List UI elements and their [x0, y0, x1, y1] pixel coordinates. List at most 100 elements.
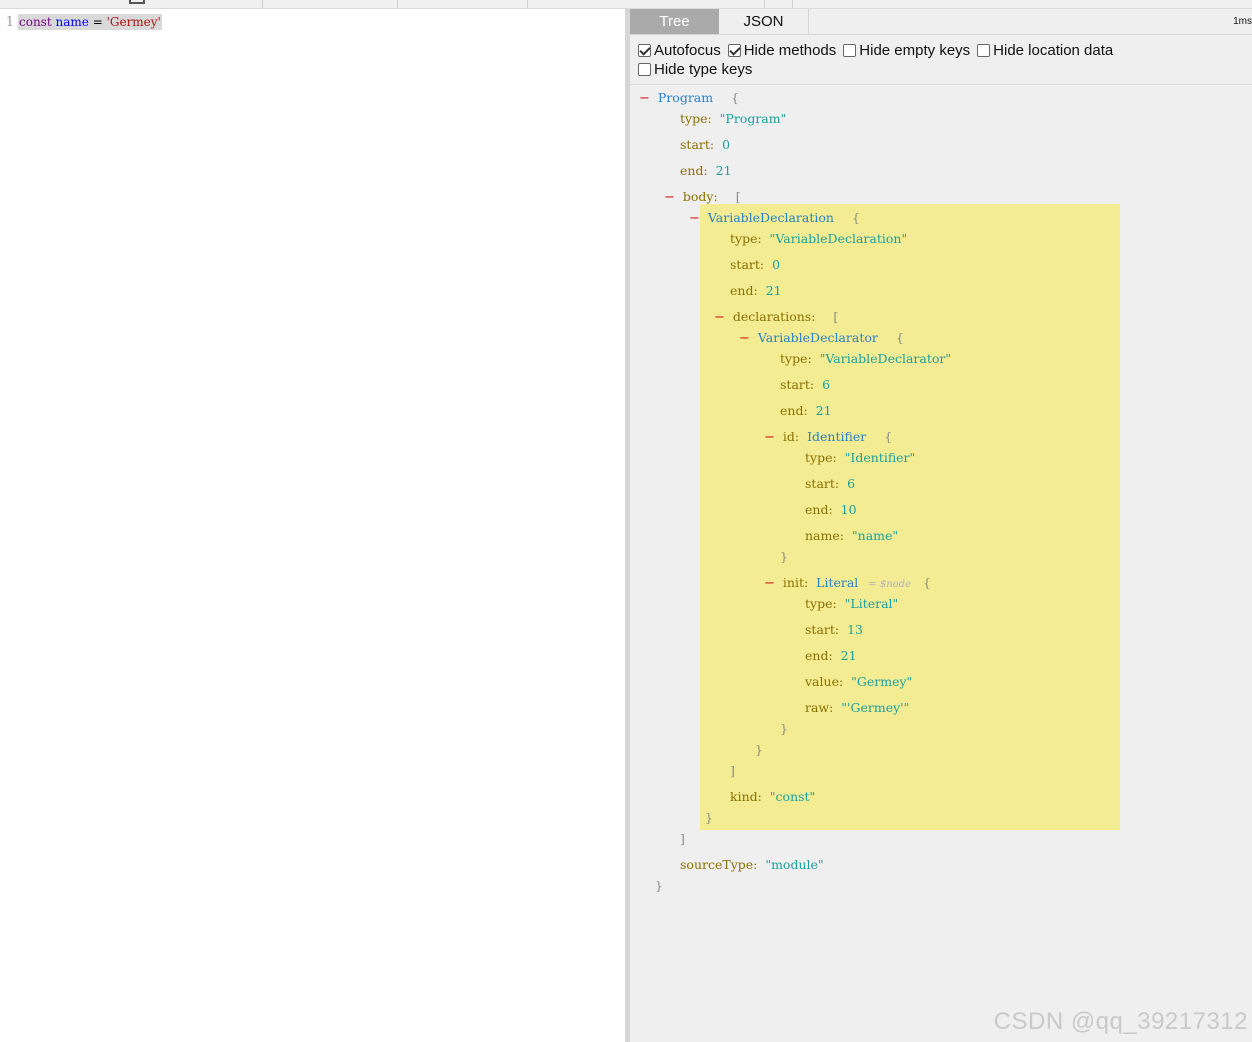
code-line[interactable]: 1 const name = 'Germey' — [0, 13, 162, 31]
tree-property: start: 0 — [730, 257, 780, 273]
open-bracket: [ — [833, 309, 839, 324]
property-key: body: — [682, 189, 718, 204]
node-name[interactable]: VariableDeclaration — [708, 210, 834, 225]
property-key: end: — [805, 648, 833, 663]
tree-property: type: "Literal" — [805, 596, 898, 612]
property-key: end: — [805, 502, 833, 517]
toolbar-separator — [397, 0, 398, 8]
tree-node-variable-declaration[interactable]: − VariableDeclaration { — [689, 210, 860, 227]
property-key: type: — [680, 111, 712, 126]
tree-property: value: "Germey" — [805, 674, 912, 690]
property-key: start: — [680, 137, 715, 152]
watermark: CSDN @qq_39217312 — [993, 1008, 1248, 1035]
tree-property: type: "VariableDeclarator" — [780, 351, 951, 367]
toolbar-separator — [792, 0, 793, 8]
property-key: init: — [782, 575, 809, 590]
close-brace-symbol: } — [780, 549, 788, 564]
tree-node-identifier[interactable]: − id: Identifier { — [764, 429, 892, 446]
property-key: start: — [805, 476, 840, 491]
tree-property: start: 13 — [805, 622, 863, 638]
node-name[interactable]: Program — [658, 90, 713, 105]
property-key: type: — [780, 351, 812, 366]
open-brace: { — [884, 429, 893, 444]
toolbar-separator — [764, 0, 765, 8]
tree-node-body[interactable]: − body: [ — [664, 189, 741, 206]
tree-property: kind: "const" — [730, 789, 815, 805]
property-value: 10 — [840, 502, 857, 517]
property-key: start: — [730, 257, 765, 272]
tree-node-declarations[interactable]: − declarations: [ — [714, 309, 838, 326]
property-key: sourceType: — [680, 857, 758, 872]
toolbar-separator — [527, 0, 528, 8]
property-value: "Program" — [719, 111, 787, 126]
open-brace: { — [895, 330, 904, 345]
node-name[interactable]: Identifier — [807, 429, 866, 444]
property-key: end: — [680, 163, 708, 178]
collapse-icon[interactable]: − — [714, 310, 725, 325]
tree-node-variable-declarator[interactable]: − VariableDeclarator { — [739, 330, 904, 347]
tree-node-literal[interactable]: − init: Literal = $node { — [764, 575, 931, 593]
node-name[interactable]: Literal — [816, 575, 858, 590]
open-brace: { — [923, 575, 931, 590]
tree-node-program[interactable]: − Program { — [639, 90, 739, 107]
tree-property: sourceType: "module" — [680, 857, 824, 873]
property-value: 21 — [765, 283, 782, 298]
tree-property: type: "Identifier" — [805, 450, 915, 466]
close-brace: } — [780, 721, 788, 737]
top-toolbar — [0, 0, 1252, 9]
tree-property: type: "Program" — [680, 111, 786, 127]
property-value: 6 — [847, 476, 856, 491]
code-operator: = — [92, 15, 103, 29]
collapse-icon[interactable]: − — [764, 430, 775, 445]
property-key: kind: — [730, 789, 762, 804]
open-brace: { — [731, 90, 740, 105]
tree-property: end: 21 — [680, 163, 732, 179]
toolbar-icon[interactable] — [129, 0, 145, 4]
tree-property: raw: "'Germey'" — [805, 700, 909, 716]
property-value: "module" — [765, 857, 824, 872]
collapse-icon[interactable]: − — [739, 331, 750, 346]
line-number: 1 — [5, 14, 14, 30]
code-editor[interactable]: 1 const name = 'Germey' — [0, 9, 625, 1042]
property-key: start: — [805, 622, 840, 637]
property-key: raw: — [805, 700, 834, 715]
property-value: 21 — [840, 648, 857, 663]
property-value: "VariableDeclaration" — [769, 231, 908, 246]
tree-property: end: 21 — [780, 403, 832, 419]
open-bracket: [ — [735, 189, 741, 204]
code-identifier: name — [55, 15, 89, 29]
tree-property: end: 21 — [730, 283, 782, 299]
property-value: 6 — [822, 377, 831, 392]
open-brace: { — [851, 210, 860, 225]
collapse-icon[interactable]: − — [764, 576, 775, 591]
close-brace: } — [705, 810, 713, 826]
property-value: "name" — [851, 528, 899, 543]
close-bracket: ] — [680, 831, 685, 847]
property-key: type: — [730, 231, 762, 246]
property-key: type: — [805, 450, 837, 465]
output-panel: Tree JSON 1ms Autofocus Hide methods Hid… — [630, 9, 1252, 1042]
property-value: 0 — [772, 257, 781, 272]
close-brace-symbol: } — [655, 878, 663, 893]
collapse-icon[interactable]: − — [689, 211, 700, 226]
tree-property: type: "VariableDeclaration" — [730, 231, 907, 247]
property-value: "Identifier" — [844, 450, 916, 465]
property-key: end: — [730, 283, 758, 298]
code-selection[interactable]: const name = 'Germey' — [18, 14, 162, 30]
property-value: "VariableDeclarator" — [819, 351, 952, 366]
tree-property: name: "name" — [805, 528, 898, 544]
close-brace-symbol: } — [755, 742, 763, 757]
property-key: name: — [805, 528, 844, 543]
close-brace-symbol: } — [780, 721, 788, 736]
node-name[interactable]: VariableDeclarator — [758, 330, 878, 345]
collapse-icon[interactable]: − — [639, 91, 650, 106]
close-bracket: ] — [730, 763, 735, 779]
tree-property: end: 10 — [805, 502, 857, 518]
property-value: 13 — [847, 622, 863, 637]
collapse-icon[interactable]: − — [664, 190, 675, 205]
property-key: declarations: — [732, 309, 816, 324]
property-key: id: — [782, 429, 800, 444]
close-brace-symbol: } — [705, 810, 713, 825]
property-key: value: — [805, 674, 844, 689]
close-brace: } — [780, 549, 788, 565]
